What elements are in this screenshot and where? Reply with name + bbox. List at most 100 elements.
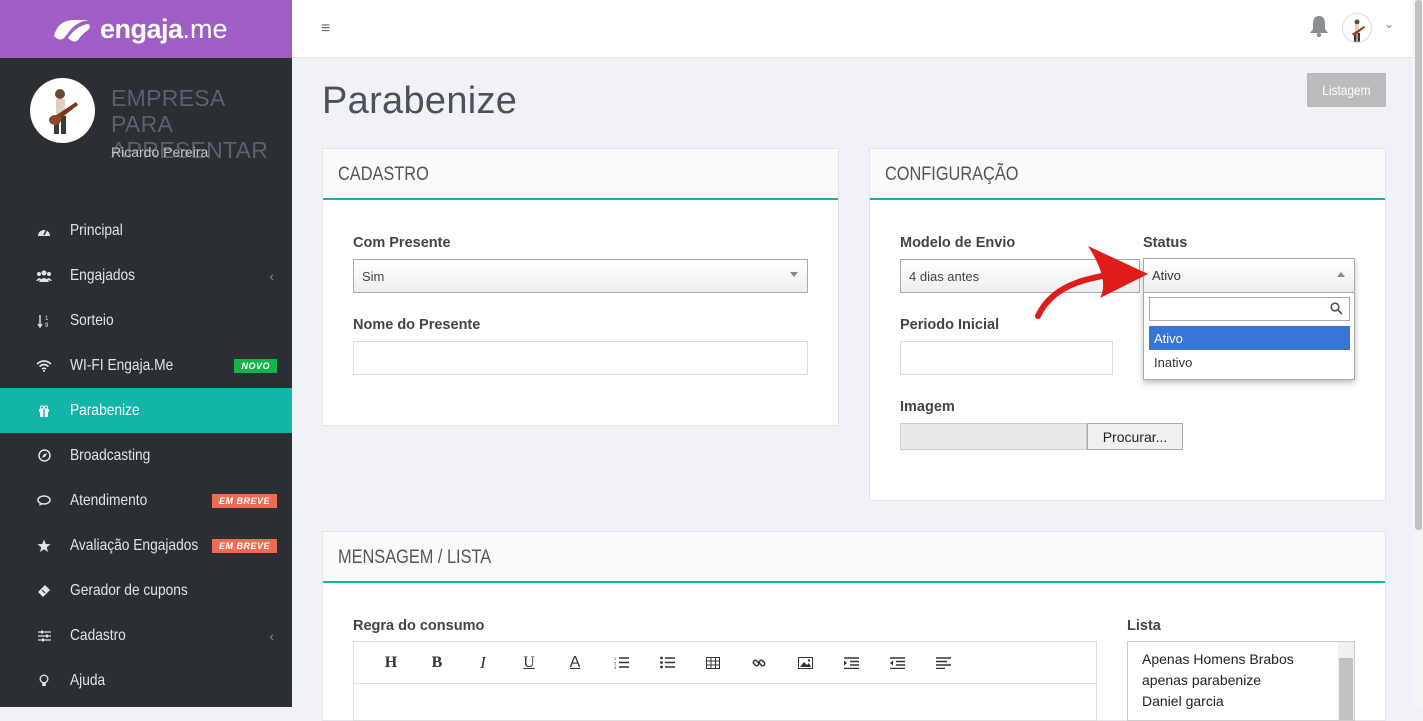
caret-up-icon bbox=[1337, 272, 1345, 277]
sidebar-item-label: Avaliação Engajados bbox=[70, 536, 199, 554]
user-name: Ricardo Pereira bbox=[111, 144, 209, 160]
red-arrow-annotation-icon bbox=[1035, 246, 1148, 319]
regra-consumo-label: Regra do consumo bbox=[353, 618, 485, 634]
status-dropdown[interactable]: Ativo Ativo Inativo bbox=[1143, 258, 1355, 380]
nome-presente-input[interactable] bbox=[353, 341, 808, 375]
chevron-down-icon[interactable]: ⌄ bbox=[1384, 17, 1394, 31]
nome-presente-label: Nome do Presente bbox=[353, 317, 481, 333]
lista-listbox[interactable]: Apenas Homens Brabos apenas parabenize D… bbox=[1127, 641, 1355, 721]
sidebar-item-atendimento[interactable]: Atendimento EM BREVE bbox=[0, 478, 292, 523]
status-option-ativo[interactable]: Ativo bbox=[1149, 326, 1350, 350]
status-search-input[interactable] bbox=[1149, 297, 1350, 321]
user-avatar[interactable] bbox=[1342, 13, 1372, 43]
panel-header: MENSAGEM / LISTA bbox=[323, 532, 1385, 583]
sidebar-item-principal[interactable]: Principal bbox=[0, 208, 292, 253]
status-value: Ativo bbox=[1152, 268, 1181, 283]
sidebar-item-label: WI-FI Engaja.Me bbox=[70, 356, 174, 374]
sidebar-item-cadastro[interactable]: Cadastro ‹ bbox=[0, 613, 292, 658]
sidebar-item-cupons[interactable]: Gerador de cupons bbox=[0, 568, 292, 613]
page-scrollbar[interactable] bbox=[1413, 0, 1423, 707]
image-icon[interactable] bbox=[782, 653, 828, 673]
chevron-left-icon: ‹ bbox=[269, 627, 274, 644]
lista-scrollbar[interactable] bbox=[1338, 642, 1354, 720]
underline-button[interactable]: U bbox=[506, 653, 552, 673]
sidebar: engaja .me EMPRESA PARA APRESENTAR Ricard… bbox=[0, 0, 292, 707]
sidebar-item-label: Cadastro bbox=[70, 626, 126, 644]
gift-icon bbox=[35, 404, 53, 417]
ticket-icon bbox=[35, 584, 53, 598]
align-icon[interactable] bbox=[920, 653, 966, 673]
panel-header: CADASTRO bbox=[323, 149, 838, 200]
status-select[interactable]: Ativo bbox=[1144, 259, 1354, 293]
heading-button[interactable]: H bbox=[368, 653, 414, 673]
brand-logo[interactable]: engaja .me bbox=[0, 0, 292, 58]
bell-icon[interactable] bbox=[1308, 14, 1330, 43]
sidebar-item-avaliacao[interactable]: Avaliação Engajados EM BREVE bbox=[0, 523, 292, 568]
ordered-list-icon[interactable]: 123 bbox=[598, 653, 644, 673]
outdent-icon[interactable] bbox=[874, 653, 920, 673]
imagem-label: Imagem bbox=[900, 399, 955, 415]
sidebar-item-engajados[interactable]: Engajados ‹ bbox=[0, 253, 292, 298]
sidebar-item-ajuda[interactable]: Ajuda bbox=[0, 658, 292, 703]
em-breve-badge: EM BREVE bbox=[211, 538, 277, 553]
sidebar-item-label: Atendimento bbox=[70, 491, 148, 509]
sort-numeric-icon: 19 bbox=[35, 314, 53, 328]
indent-icon[interactable] bbox=[828, 653, 874, 673]
sidebar-item-label: Gerador de cupons bbox=[70, 581, 188, 599]
svg-text:9: 9 bbox=[45, 323, 49, 328]
com-presente-select[interactable]: Sim bbox=[353, 259, 808, 293]
guitarist-avatar-icon bbox=[1352, 19, 1365, 42]
profile-avatar[interactable] bbox=[30, 78, 95, 143]
text-color-button[interactable]: A bbox=[552, 653, 598, 673]
list-item[interactable]: Daniel garcia bbox=[1128, 691, 1354, 712]
list-item[interactable]: Apenas Homens Brabos bbox=[1128, 649, 1354, 670]
compass-icon bbox=[35, 449, 53, 462]
status-option-inativo[interactable]: Inativo bbox=[1149, 350, 1350, 374]
editor-toolbar: H B I U A 123 bbox=[354, 642, 1096, 684]
lista-label: Lista bbox=[1127, 618, 1161, 634]
sidebar-item-wifi[interactable]: WI-FI Engaja.Me NOVO bbox=[0, 343, 292, 388]
profile-block: EMPRESA PARA APRESENTAR Ricardo Pereira bbox=[0, 58, 292, 208]
sidebar-item-label: Parabenize bbox=[70, 401, 140, 419]
periodo-inicial-label: Periodo Inicial bbox=[900, 317, 1000, 333]
em-breve-badge: EM BREVE bbox=[211, 493, 277, 508]
sidebar-item-label: Principal bbox=[70, 221, 123, 239]
panel-header: CONFIGURAÇÃO bbox=[870, 149, 1385, 200]
star-icon bbox=[35, 539, 53, 553]
lightbulb-icon bbox=[35, 674, 53, 688]
hamburger-menu-icon[interactable]: ≡ bbox=[321, 20, 330, 38]
procurar-button[interactable]: Procurar... bbox=[1087, 423, 1183, 450]
regra-consumo-editor[interactable]: H B I U A 123 bbox=[353, 641, 1097, 721]
guitarist-avatar-icon bbox=[49, 89, 78, 134]
com-presente-value: Sim bbox=[362, 268, 385, 284]
chevron-left-icon: ‹ bbox=[269, 267, 274, 284]
sidebar-item-label: Engajados bbox=[70, 266, 136, 284]
modelo-envio-value: 4 dias antes bbox=[909, 268, 980, 284]
modelo-envio-label: Modelo de Envio bbox=[900, 235, 1016, 251]
mensagem-header: MENSAGEM / LISTA bbox=[338, 547, 492, 568]
engaja-logo-icon bbox=[54, 20, 90, 42]
search-icon bbox=[1330, 302, 1343, 315]
italic-button[interactable]: I bbox=[460, 653, 506, 673]
sidebar-item-sorteio[interactable]: 19 Sorteio bbox=[0, 298, 292, 343]
scrollbar-thumb[interactable] bbox=[1415, 0, 1422, 530]
svg-text:1: 1 bbox=[45, 316, 49, 322]
wifi-icon bbox=[35, 359, 53, 372]
page-title: Parabenize bbox=[322, 80, 518, 122]
scrollbar-thumb[interactable] bbox=[1339, 658, 1353, 720]
dashboard-icon bbox=[35, 225, 53, 237]
caret-down-icon bbox=[790, 272, 798, 277]
sliders-icon bbox=[35, 630, 53, 642]
sidebar-item-parabenize[interactable]: Parabenize bbox=[0, 388, 292, 433]
bold-button[interactable]: B bbox=[414, 653, 460, 673]
unordered-list-icon[interactable] bbox=[644, 653, 690, 673]
listagem-button[interactable]: Listagem bbox=[1307, 73, 1386, 107]
periodo-inicial-input[interactable] bbox=[900, 341, 1113, 375]
imagem-file-path[interactable] bbox=[900, 423, 1087, 450]
sidebar-item-broadcasting[interactable]: Broadcasting bbox=[0, 433, 292, 478]
svg-text:3: 3 bbox=[614, 665, 617, 669]
link-icon[interactable] bbox=[736, 653, 782, 673]
configuracao-header: CONFIGURAÇÃO bbox=[885, 164, 1019, 185]
table-icon[interactable] bbox=[690, 653, 736, 673]
list-item[interactable]: apenas parabenize bbox=[1128, 670, 1354, 691]
